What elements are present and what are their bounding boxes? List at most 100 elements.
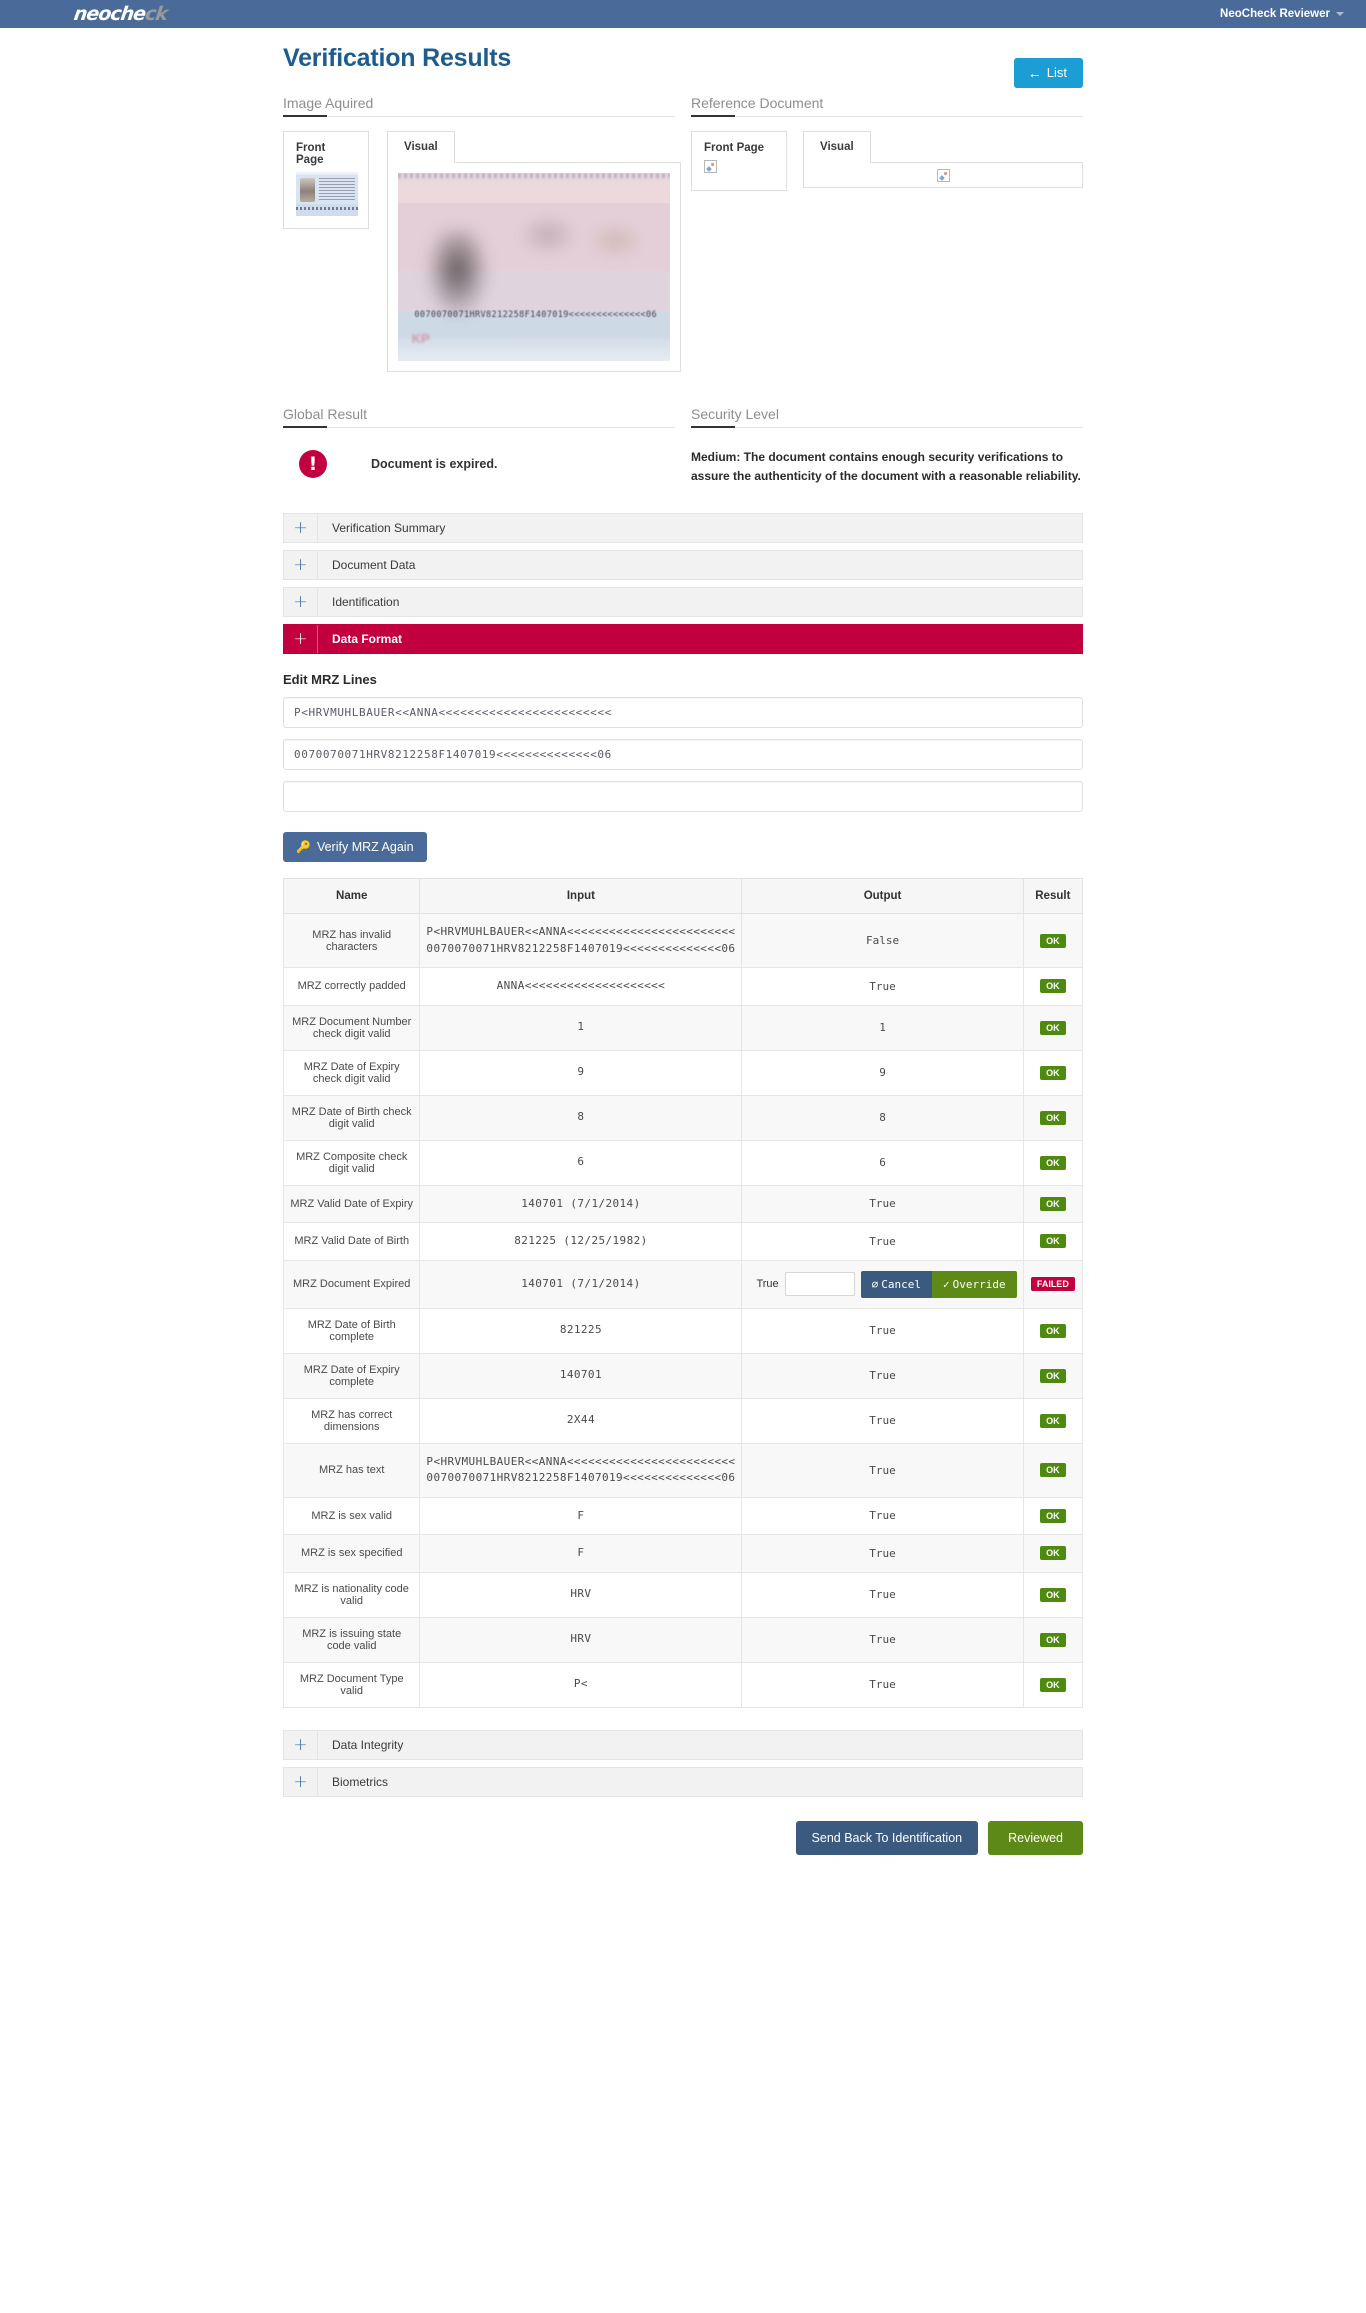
reference-visual-body [803,162,1083,188]
mrz-line1-input[interactable] [283,697,1083,729]
override-current-value: True [756,1278,779,1291]
table-row: MRZ Date of Expiry check digit valid 9 9 OK [282,1049,1084,1096]
table-body: MRZ has invalid characters P<HRVMUHLBAUER… [282,913,1084,1708]
top-navbar: neocheck NeoCheck Reviewer [0,0,1366,28]
mrz-line2-input[interactable] [283,739,1083,771]
status-badge: OK [1040,1065,1066,1080]
column-header-name: Name [282,878,421,915]
table-row: MRZ Document Number check digit valid 1 1 O… [282,1004,1084,1051]
tab-visual-reference[interactable]: Visual [803,131,871,163]
cell-check-name: MRZ is nationality code valid [282,1571,421,1618]
status-badge: OK [1040,1020,1066,1035]
cell-output-value: True [741,1616,1024,1663]
image-acquired-column: Image Aquired Front Page Visual 00700700… [283,95,681,372]
hologram-blur [588,221,643,260]
plus-icon: + [284,588,318,617]
cell-input-value: ANNA<<<<<<<<<<<<<<<<<<<< [419,967,743,1006]
cell-result: OK [1022,1571,1084,1618]
key-icon: 🔑 [296,840,311,855]
accordion-document-data[interactable]: + Document Data [283,550,1083,581]
send-back-to-identification-button[interactable]: Send Back To Identification [795,1820,979,1855]
cell-check-name: MRZ Date of Birth check digit valid [282,1094,421,1141]
reviewed-button[interactable]: Reviewed [988,1820,1083,1855]
override-confirm-button[interactable]: ✓ Override [932,1270,1017,1298]
front-page-label: Front Page [296,142,326,166]
status-badge: OK [1040,1110,1066,1125]
cell-result: FAILED [1022,1259,1084,1309]
status-badge: OK [1040,933,1066,948]
cell-result: OK [1022,1534,1084,1573]
reference-visual-tab-group: Visual [803,131,1083,188]
cell-check-name: MRZ Date of Birth complete [282,1307,421,1354]
check-icon: ✓ [943,1277,950,1291]
front-page-thumbnail-card[interactable]: Front Page [283,131,369,229]
table-row: MRZ is issuing state code valid HRV True OK [282,1616,1084,1663]
accordion-biometrics[interactable]: + Biometrics [283,1766,1083,1797]
accordion-verification-summary[interactable]: + Verification Summary [283,513,1083,544]
status-badge: OK [1040,1587,1066,1602]
cell-result: OK [1022,1222,1084,1261]
accordion-list-top: + Verification Summary + Document Data +… [283,513,1083,655]
edit-mrz-heading: Edit MRZ Lines [283,672,377,688]
table-row: MRZ Date of Birth check digit valid 8 8 OK [282,1094,1084,1141]
cell-input-value: HRV [419,1571,743,1618]
table-row: MRZ Date of Birth complete 821225 True OK [282,1307,1084,1354]
document-bottom-band [398,334,670,361]
cell-input-value: 6 [419,1139,743,1186]
cell-check-name: MRZ is sex specified [282,1534,421,1573]
cell-check-name: MRZ has text [282,1442,421,1498]
cell-result: OK [1022,1139,1084,1186]
table-row: MRZ Document Expired 140701 (7/1/2014) Tru… [282,1259,1084,1309]
table-row: MRZ is sex valid F True OK [282,1496,1084,1536]
cell-result: OK [1022,913,1084,969]
cell-output-value: True [741,967,1024,1006]
broken-image-icon [704,160,717,173]
cell-check-name: MRZ Date of Expiry complete [282,1352,421,1399]
page-title: Verification Results [283,44,512,72]
cell-check-name: MRZ Document Number check digit valid [282,1004,421,1051]
reference-front-page-card[interactable]: Front Page [691,131,787,191]
cell-check-name: MRZ is sex valid [282,1496,421,1536]
override-value-input[interactable] [784,1272,855,1297]
accordion-identification[interactable]: + Identification [283,587,1083,618]
cell-output-value: True [741,1661,1024,1708]
thumbnail-mrz-strip [296,205,358,216]
cell-check-name: MRZ Valid Date of Expiry [282,1184,421,1224]
tab-visual-acquired[interactable]: Visual [387,131,455,163]
image-acquired-title: Image Aquired [283,95,675,117]
reference-tab-strip: Visual [803,131,1083,163]
accordion-label: Biometrics [332,1774,389,1789]
verify-mrz-again-button[interactable]: 🔑 Verify MRZ Again [283,832,427,863]
mrz-line3-input[interactable] [283,781,1083,813]
accordion-label: Verification Summary [332,521,446,536]
acquired-document-image[interactable]: 0070070071HRV8212258F1407019<<<<<<<<<<<<… [398,173,670,361]
table-row: MRZ Date of Expiry complete 140701 True OK [282,1352,1084,1399]
override-cancel-button[interactable]: ∅ Cancel [860,1270,933,1298]
accordion-data-format[interactable]: + Data Format [283,624,1083,655]
cell-input-value: 140701 (7/1/2014) [419,1259,743,1309]
arrow-left-icon: ← [1027,64,1042,81]
cell-result: OK [1022,1049,1084,1096]
cell-check-name: MRZ is issuing state code valid [282,1616,421,1663]
portrait-blur [425,229,491,320]
accordion-list-bottom: + Data Integrity + Biometrics [283,1729,1083,1797]
status-badge: OK [1040,1196,1066,1211]
cell-result: OK [1022,1352,1084,1399]
page-body: Verification Results ← List Image Aquire… [0,44,1366,1895]
front-page-thumbnail-image[interactable] [296,172,358,216]
document-top-border [398,173,670,178]
image-acquired-panes: Front Page Visual 0070070071HRV8212258F1… [283,131,681,372]
cell-check-name: MRZ has invalid characters [282,913,421,969]
list-button[interactable]: ← List [1013,58,1083,88]
table-row: MRZ is nationality code valid HRV True OK [282,1571,1084,1618]
cell-input-value: P< [419,1661,743,1708]
cell-output-value: True [741,1222,1024,1261]
verify-mrz-again-label: Verify MRZ Again [316,840,414,855]
accordion-data-integrity[interactable]: + Data Integrity [283,1729,1083,1760]
column-header-result: Result [1022,878,1084,915]
global-result-column: Global Result ! Document is expired. [283,406,675,485]
table-row: MRZ is sex specified F True OK [282,1534,1084,1573]
cell-output-value: True [741,1496,1024,1536]
user-menu[interactable]: NeoCheck Reviewer [1220,0,1344,28]
user-menu-label: NeoCheck Reviewer [1220,8,1330,20]
